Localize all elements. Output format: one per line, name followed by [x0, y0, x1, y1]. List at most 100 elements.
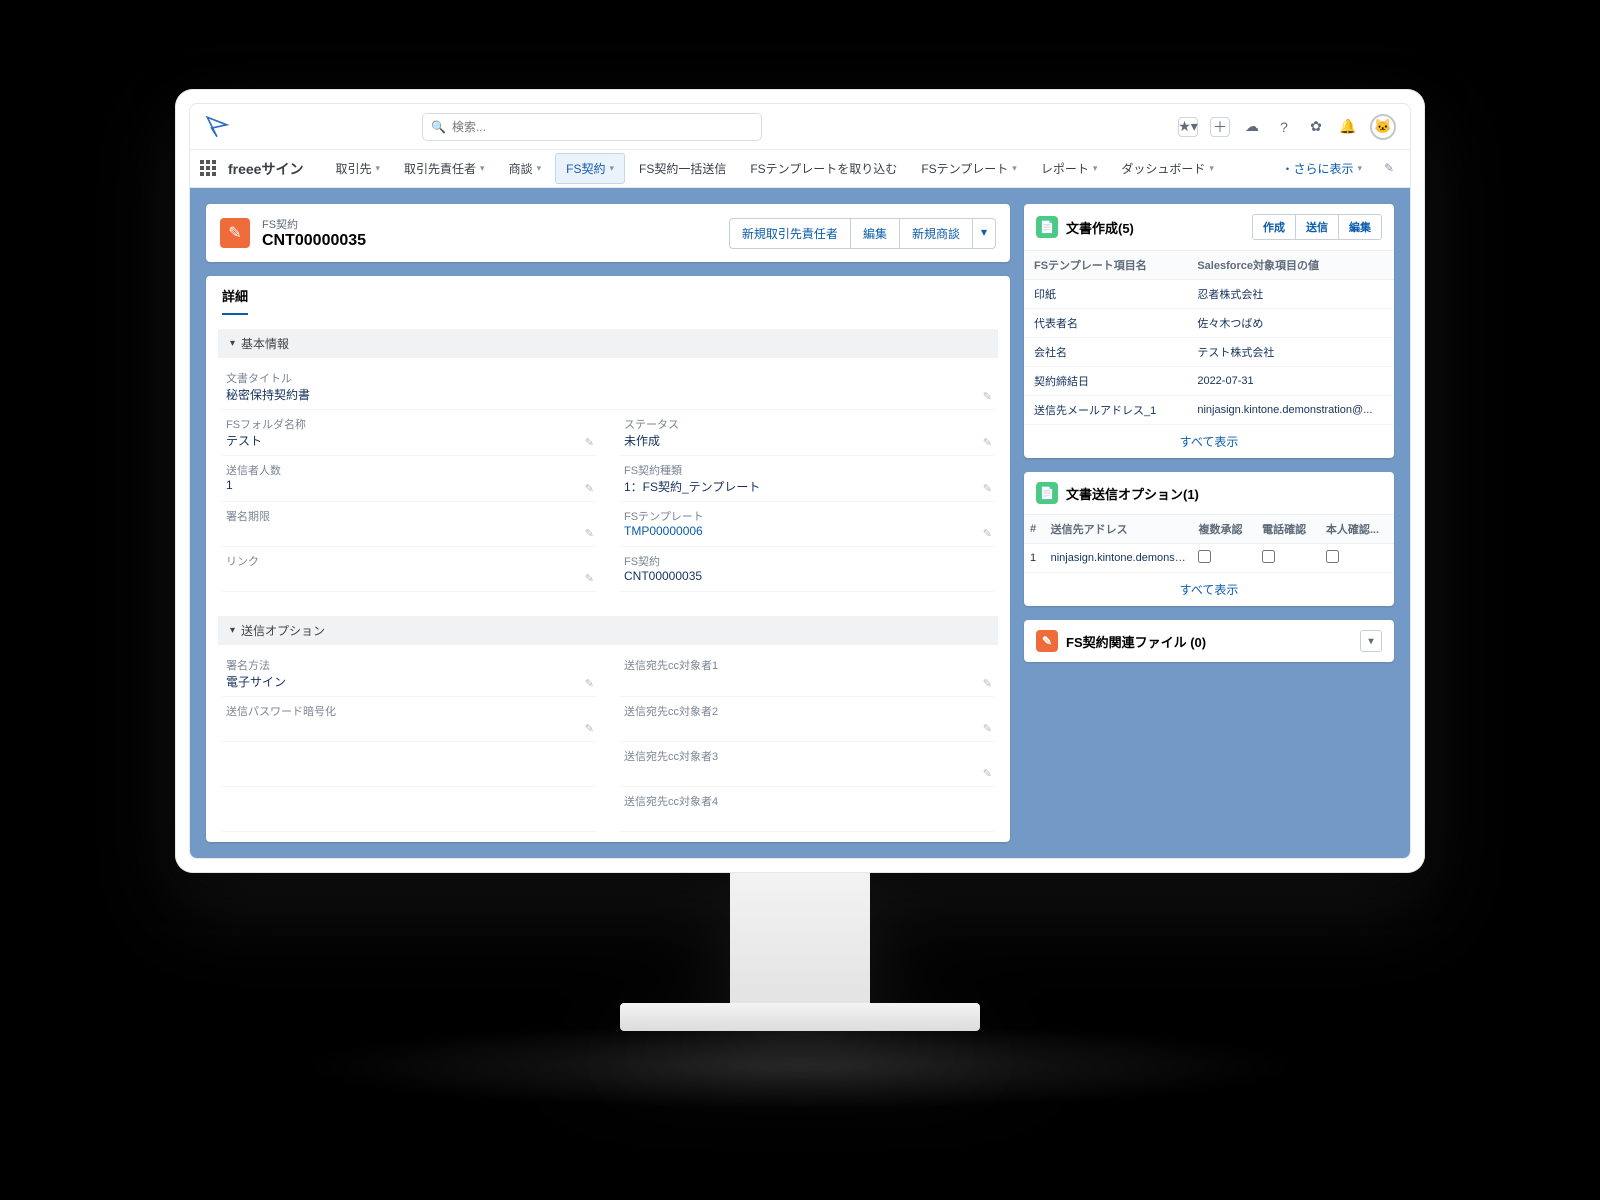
id-verify-checkbox[interactable]	[1326, 550, 1339, 563]
sidebar-doc-create: 📄 文書作成(5) 作成 送信 編集 FSテンプレート項目名Salesforce…	[1024, 204, 1394, 458]
field-value	[226, 719, 592, 735]
nav-item[interactable]: 取引先▾	[325, 154, 390, 183]
field-value	[624, 673, 990, 689]
inline-edit-icon[interactable]: ✎	[585, 722, 594, 735]
file-icon: ✎	[1036, 630, 1058, 652]
th: FSテンプレート項目名	[1024, 251, 1187, 280]
edit-nav-icon[interactable]: ✎	[1384, 161, 1400, 177]
multi-approve-checkbox[interactable]	[1198, 550, 1211, 563]
sidebar-related-files: ✎ FS契約関連ファイル (0) ▾	[1024, 620, 1394, 662]
new-opportunity-button[interactable]: 新規商談	[900, 218, 973, 249]
settings-gear-icon[interactable]: ✿	[1306, 117, 1326, 137]
field-label: ステータス	[624, 416, 990, 432]
field-value: CNT00000035	[624, 569, 990, 585]
inline-edit-icon[interactable]: ✎	[585, 482, 594, 495]
field-label: FS契約	[624, 553, 990, 569]
app-name: freeeサイン	[228, 159, 303, 179]
nav-item[interactable]: レポート▾	[1031, 154, 1108, 183]
nav-item[interactable]: 取引先責任者▾	[394, 154, 495, 183]
chevron-down-icon: ▾	[480, 163, 485, 174]
field-value	[226, 569, 592, 585]
search-placeholder: 検索...	[452, 118, 486, 135]
monitor-stand	[730, 873, 870, 1003]
notification-bell-icon[interactable]: 🔔	[1338, 117, 1358, 137]
edit-button[interactable]: 編集	[851, 218, 900, 249]
nav-item[interactable]: FSテンプレート▾	[911, 154, 1027, 183]
nav-item[interactable]: FSテンプレートを取り込む	[740, 154, 907, 183]
table-row: 印紙忍者株式会社	[1024, 280, 1394, 309]
nav-item[interactable]: FS契約一括送信	[629, 154, 736, 183]
field-value: 電子サイン	[226, 673, 592, 690]
inline-edit-icon[interactable]: ✎	[585, 677, 594, 690]
field-value-link[interactable]: TMP00000006	[624, 524, 990, 540]
chevron-down-icon: ▾	[1209, 163, 1214, 174]
table-row: 契約締結日2022-07-31	[1024, 367, 1394, 396]
field-value	[624, 809, 990, 825]
create-button[interactable]: 作成	[1252, 214, 1296, 240]
monitor-shadow	[300, 1021, 1300, 1111]
phone-verify-checkbox[interactable]	[1262, 550, 1275, 563]
record-actions: 新規取引先責任者 編集 新規商談 ▾	[729, 218, 996, 249]
field-label: FSテンプレート	[624, 508, 990, 524]
nav-item[interactable]: ダッシュボード▾	[1111, 154, 1224, 183]
chevron-down-icon: ▾	[1093, 163, 1098, 174]
inline-edit-icon[interactable]: ✎	[585, 436, 594, 449]
tab-detail[interactable]: 詳細	[222, 286, 248, 315]
field-label: 送信宛先cc対象者1	[624, 657, 990, 673]
object-nav: freeeサイン 取引先▾ 取引先責任者▾ 商談▾ FS契約▾ FS契約一括送信…	[190, 150, 1410, 188]
field-label: 署名期限	[226, 508, 592, 524]
record-header: ✎ FS契約 CNT00000035 新規取引先責任者 編集 新規商談 ▾	[206, 204, 1010, 262]
inline-edit-icon[interactable]: ✎	[983, 482, 992, 495]
view-all-link[interactable]: すべて表示	[1180, 583, 1239, 597]
th: 電話確認	[1256, 515, 1320, 544]
field-value: 1	[226, 478, 592, 494]
section-send-header[interactable]: ▾送信オプション	[218, 616, 998, 645]
favorite-icon[interactable]: ★▾	[1178, 117, 1198, 137]
help-icon[interactable]: ?	[1274, 117, 1294, 137]
global-search[interactable]: 🔍 検索...	[422, 113, 762, 141]
inline-edit-icon[interactable]: ✎	[983, 436, 992, 449]
field-label: 文書タイトル	[226, 370, 990, 386]
inline-edit-icon[interactable]: ✎	[585, 572, 594, 585]
table-row: 1 ninjasign.kintone.demonstratio...	[1024, 544, 1394, 573]
inline-edit-icon[interactable]: ✎	[983, 677, 992, 690]
inline-edit-icon[interactable]: ✎	[983, 767, 992, 780]
send-button[interactable]: 送信	[1296, 214, 1339, 240]
field-label: 送信宛先cc対象者3	[624, 748, 990, 764]
field-label: 送信パスワード暗号化	[226, 703, 592, 719]
table-row: 送信先メールアドレス_1ninjasign.kintone.demonstrat…	[1024, 396, 1394, 425]
nav-more[interactable]: ・さらに表示▾	[1271, 154, 1372, 183]
field-value	[624, 719, 990, 735]
edit-button[interactable]: 編集	[1339, 214, 1382, 240]
nav-item-active[interactable]: FS契約▾	[555, 153, 625, 184]
app-logo-icon	[204, 114, 230, 140]
inline-edit-icon[interactable]: ✎	[983, 527, 992, 540]
add-icon[interactable]: ＋	[1210, 117, 1230, 137]
expand-button[interactable]: ▾	[1360, 630, 1382, 652]
field-value: 秘密保持契約書	[226, 386, 990, 403]
field-label: FS契約種類	[624, 462, 990, 478]
new-contact-button[interactable]: 新規取引先責任者	[729, 218, 851, 249]
user-avatar[interactable]: 🐱	[1370, 114, 1396, 140]
nav-item[interactable]: 商談▾	[499, 154, 552, 183]
inline-edit-icon[interactable]: ✎	[983, 722, 992, 735]
view-all-link[interactable]: すべて表示	[1180, 435, 1239, 449]
field-label: 送信宛先cc対象者4	[624, 793, 990, 809]
field-label: 送信宛先cc対象者2	[624, 703, 990, 719]
detail-card: 詳細 ▾基本情報 文書タイトル秘密保持契約書✎ FSフォルダ名称テスト✎ ステー…	[206, 276, 1010, 842]
more-actions-button[interactable]: ▾	[973, 218, 996, 249]
chevron-down-icon: ▾	[1012, 163, 1017, 174]
section-basic-header[interactable]: ▾基本情報	[218, 329, 998, 358]
th: 複数承認	[1192, 515, 1256, 544]
field-value: テスト	[226, 432, 592, 449]
app-launcher-icon[interactable]	[200, 160, 218, 178]
chevron-down-icon: ▾	[1357, 163, 1362, 174]
field-label: リンク	[226, 553, 592, 569]
send-options-table: # 送信先アドレス 複数承認 電話確認 本人確認... 1 ninjasign.…	[1024, 514, 1394, 573]
inline-edit-icon[interactable]: ✎	[983, 390, 992, 403]
document-icon: 📄	[1036, 216, 1058, 238]
cloud-icon[interactable]: ☁	[1242, 117, 1262, 137]
inline-edit-icon[interactable]: ✎	[585, 527, 594, 540]
global-header: 🔍 検索... ★▾ ＋ ☁ ? ✿ 🔔 🐱	[190, 104, 1410, 150]
field-value: 未作成	[624, 432, 990, 449]
